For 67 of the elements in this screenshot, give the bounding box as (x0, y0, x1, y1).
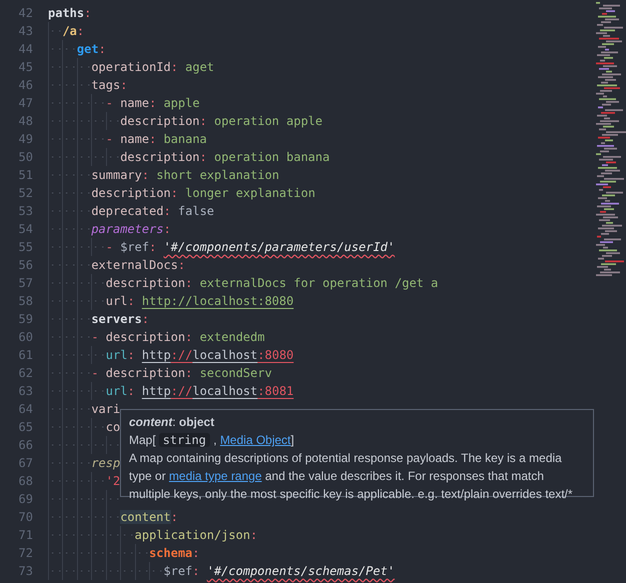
line-number: 64 (18, 401, 33, 418)
line-number: 49 (18, 131, 33, 148)
line-number: 65 (18, 419, 33, 436)
line-number: 52 (18, 185, 33, 202)
line-number: 50 (18, 149, 33, 166)
line-number: 67 (18, 455, 33, 472)
code-line: url: http://localhost:8081 (106, 383, 294, 400)
code-line: url: http://localhost:8080 (106, 347, 294, 364)
code-line: - description: extendedm (91, 329, 265, 346)
line-number: 69 (18, 491, 33, 508)
code-line: '2 (106, 473, 120, 490)
line-number: 43 (18, 23, 33, 40)
code-line: vari (91, 401, 120, 418)
tooltip-title: content: object (129, 414, 216, 431)
code-line: url: http://localhost:8080 (106, 293, 294, 310)
line-number: 66 (18, 437, 33, 454)
code-line: application/json: (134, 527, 258, 544)
line-number: 59 (18, 311, 33, 328)
line-number: 63 (18, 383, 33, 400)
line-number: 60 (18, 329, 33, 346)
line-number: 62 (18, 365, 33, 382)
line-number: 57 (18, 275, 33, 292)
line-number: 47 (18, 95, 33, 112)
line-number: 71 (18, 527, 33, 544)
line-number: 48 (18, 113, 33, 130)
line-number: 58 (18, 293, 33, 310)
code-line: schema: (149, 545, 200, 562)
code-line: - name: apple (106, 95, 200, 112)
code-line: description: operation apple (120, 113, 322, 130)
code-line: co (106, 419, 120, 436)
code-line: deprecated: false (91, 203, 214, 220)
line-number: 46 (18, 77, 33, 94)
tooltip-description: A map containing descriptions of potential response payloads. The key is a media type or media type range and the value describes it. For responses that match multiple keys, only the most specific key is applicable. e.g. text/plain overrides text/* (129, 450, 574, 503)
code-line: parameters: (91, 221, 171, 238)
line-number: 61 (18, 347, 33, 364)
code-line: content: (120, 509, 178, 526)
line-number: 45 (18, 59, 33, 76)
code-line: description: externalDocs for operation /get a (106, 275, 438, 292)
code-line: servers: (91, 311, 150, 328)
code-line: $ref: '#/components/schemas/Pet' (164, 563, 395, 580)
line-number: 73 (18, 563, 33, 580)
code-line: - $ref: '#/components/parameters/userId' (106, 239, 395, 256)
code-line: description: operation banana (120, 149, 330, 166)
tooltip-type: Map[ string , Media Object] (129, 432, 296, 449)
line-number: 51 (18, 167, 33, 184)
code-line: tags: (91, 77, 128, 94)
code-line: /a: (62, 23, 84, 40)
line-number: 70 (18, 509, 33, 526)
code-line: - description: secondServ (91, 365, 272, 382)
line-number: 53 (18, 203, 33, 220)
description-link[interactable]: media type range (169, 469, 262, 483)
line-number: 42 (18, 5, 33, 22)
code-line: get: (76, 41, 106, 58)
code-line: resp (91, 455, 120, 472)
code-line: operationId: aget (91, 59, 214, 76)
line-number: 68 (18, 473, 33, 490)
code-line: paths: (48, 5, 92, 22)
type-link[interactable]: Media Object (220, 433, 291, 447)
line-number: 72 (18, 545, 33, 562)
line-number: 44 (18, 41, 33, 58)
code-line: summary: short explanation (91, 167, 280, 184)
line-number: 54 (18, 221, 33, 238)
code-line: description: longer explanation (91, 185, 316, 202)
code-line: externalDocs: (91, 257, 186, 274)
code-line: - name: banana (106, 131, 207, 148)
line-number: 56 (18, 257, 33, 274)
line-number: 55 (18, 239, 33, 256)
